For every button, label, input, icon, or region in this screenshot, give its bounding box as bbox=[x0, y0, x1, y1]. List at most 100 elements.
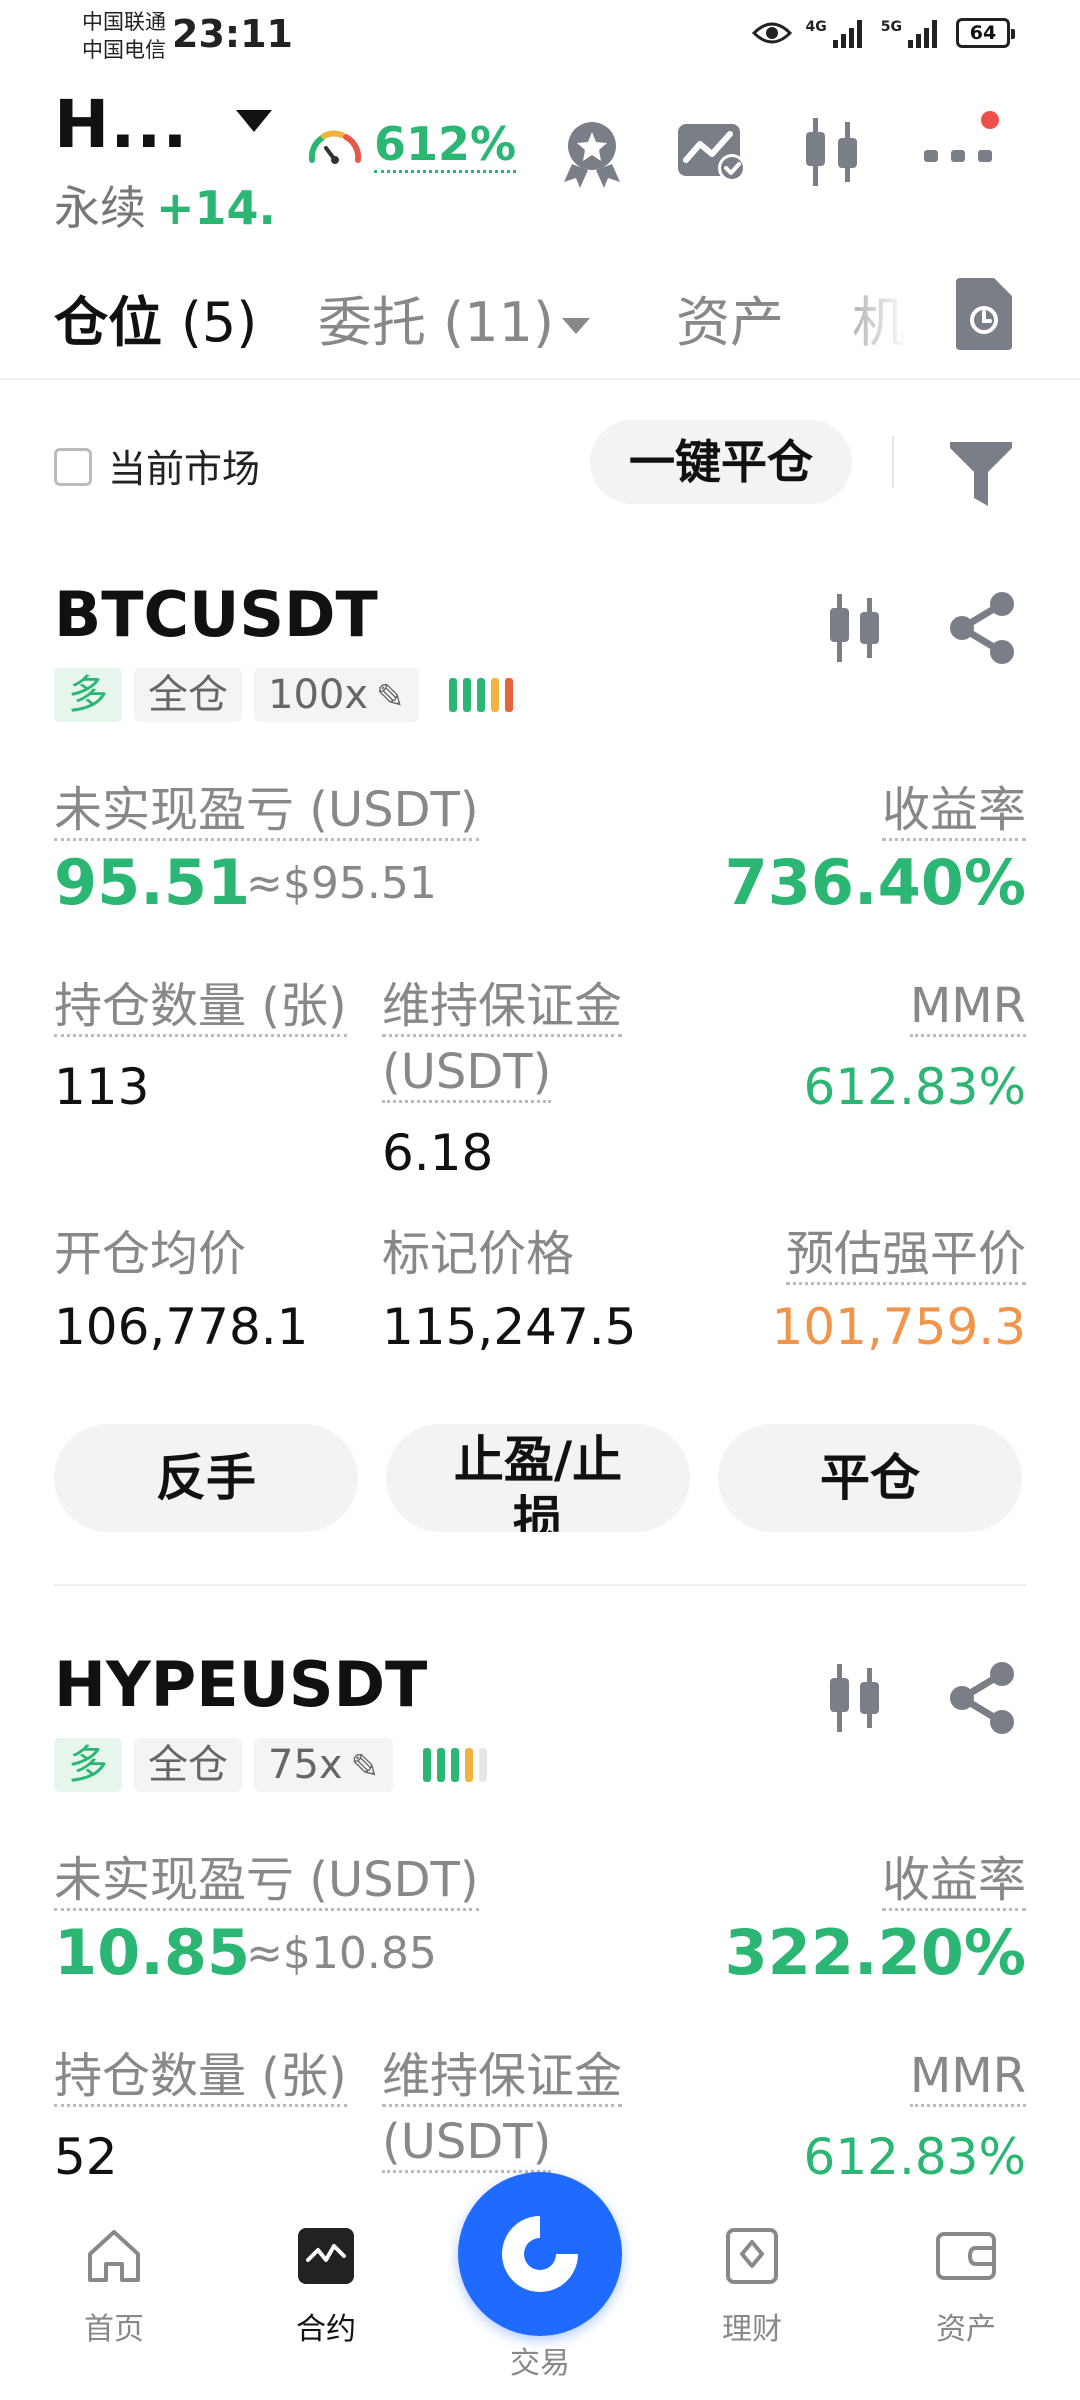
more-button[interactable] bbox=[916, 110, 1000, 194]
network-type-1: 4G bbox=[805, 19, 827, 35]
network-type-2: 5G bbox=[880, 19, 902, 35]
mmr-value: 612.83% bbox=[803, 1058, 1026, 1116]
chart-check-icon bbox=[678, 124, 746, 182]
tab-orders[interactable]: 委托 (11) bbox=[318, 278, 591, 357]
entry-price-value: 106,778.1 bbox=[54, 1298, 309, 1356]
close-all-button[interactable]: 一键平仓 bbox=[590, 420, 852, 504]
nav-trade-label[interactable]: 交易 bbox=[458, 2338, 622, 2382]
maint-margin-value: 6.18 bbox=[382, 1124, 494, 1182]
size-value: 52 bbox=[54, 2128, 118, 2186]
adl-bar bbox=[423, 1748, 432, 1782]
card-divider bbox=[54, 1584, 1026, 1586]
market-type: 永续 bbox=[54, 181, 146, 235]
adl-bar bbox=[476, 678, 485, 712]
candlestick-icon[interactable] bbox=[820, 590, 890, 666]
filter-funnel-icon[interactable] bbox=[946, 434, 1016, 510]
symbol-subtitle: 永续 +14. bbox=[54, 172, 276, 238]
liq-price-value: 101,759.3 bbox=[771, 1298, 1026, 1356]
position-tabs: 仓位 (5) 委托 (11) 资产 机 bbox=[0, 260, 1080, 380]
adl-bar bbox=[465, 1748, 474, 1782]
home-icon bbox=[88, 2230, 140, 2282]
side-tag: 多 bbox=[54, 668, 122, 722]
side-tag: 多 bbox=[54, 1738, 122, 1792]
risk-ratio: 612% bbox=[374, 117, 517, 173]
size-label[interactable]: 持仓数量 (张) bbox=[54, 2048, 347, 2107]
candlestick-icon bbox=[806, 118, 857, 186]
carrier-names: 中国联通 中国电信 bbox=[82, 10, 166, 62]
tpsl-button[interactable]: 止盈/止损 bbox=[386, 1424, 690, 1532]
pnl-usd-value: ≈$10.85 bbox=[246, 1928, 437, 1979]
position-card-btcusdt: BTCUSDT 多 全仓 100x ✎ 未实现盈亏 (USDT) 收益率 95.5… bbox=[0, 578, 1080, 1588]
mark-price-value: 115,247.5 bbox=[382, 1298, 637, 1356]
close-position-button[interactable]: 平仓 bbox=[718, 1424, 1022, 1532]
adl-indicator bbox=[423, 1748, 488, 1782]
unrealized-pnl-value: 95.51 bbox=[54, 846, 251, 919]
unrealized-pnl-label[interactable]: 未实现盈亏 (USDT) bbox=[54, 782, 479, 841]
position-tags: 多 全仓 100x ✎ bbox=[54, 668, 513, 722]
adl-indicator bbox=[448, 678, 513, 712]
trade-button[interactable] bbox=[458, 2172, 622, 2336]
adl-bar bbox=[504, 678, 513, 712]
tab-assets[interactable]: 资产 bbox=[676, 278, 784, 357]
battery-icon: 64 bbox=[956, 18, 1015, 48]
caret-down-icon bbox=[562, 318, 591, 335]
more-dots-icon bbox=[924, 111, 999, 162]
risk-indicator[interactable]: 612% bbox=[306, 117, 517, 173]
unrealized-pnl-value: 10.85 bbox=[54, 1916, 251, 1989]
badge-button[interactable] bbox=[550, 110, 634, 194]
earn-icon bbox=[726, 2228, 778, 2284]
symbol-selector[interactable]: H... bbox=[54, 86, 188, 163]
mmr-label[interactable]: MMR bbox=[909, 2048, 1026, 2107]
wallet-icon bbox=[936, 2232, 996, 2280]
mark-price-label: 标记价格 bbox=[382, 1226, 575, 1282]
nav-futures[interactable]: 合约 bbox=[246, 2224, 406, 2348]
award-icon bbox=[564, 122, 620, 188]
tab-positions[interactable]: 仓位 (5) bbox=[54, 278, 257, 357]
reverse-button[interactable]: 反手 bbox=[54, 1424, 358, 1532]
candlestick-icon[interactable] bbox=[820, 1660, 890, 1736]
trade-logo-icon bbox=[502, 2216, 578, 2292]
edit-pencil-icon: ✎ bbox=[376, 677, 405, 717]
roe-label[interactable]: 收益率 bbox=[881, 782, 1026, 841]
status-bar: 中国联通 中国电信 23:11 4G 5G 64 bbox=[0, 0, 1080, 72]
position-symbol[interactable]: BTCUSDT bbox=[54, 578, 378, 651]
maint-margin-unit[interactable]: (USDT) bbox=[382, 1044, 552, 1103]
liq-price-label[interactable]: 预估强平价 bbox=[785, 1226, 1026, 1285]
adl-bar bbox=[448, 678, 457, 712]
maint-margin-label[interactable]: 维持保证金 bbox=[382, 978, 623, 1037]
roe-value: 322.20% bbox=[724, 1916, 1026, 1989]
share-icon[interactable] bbox=[944, 588, 1020, 668]
pnl-analysis-button[interactable] bbox=[670, 110, 754, 194]
margin-mode-tag: 全仓 bbox=[134, 1738, 242, 1792]
nav-earn[interactable]: 理财 bbox=[672, 2224, 832, 2348]
position-card-hypeusdt: HYPEUSDT 多 全仓 75x ✎ 未实现盈亏 (USDT) 收益率 10.8… bbox=[0, 1648, 1080, 2208]
clock: 23:11 bbox=[172, 12, 293, 56]
current-market-label[interactable]: 当前市场 bbox=[108, 438, 260, 493]
mmr-label[interactable]: MMR bbox=[909, 978, 1026, 1037]
signal-icon bbox=[832, 20, 862, 48]
adl-bar bbox=[490, 678, 499, 712]
margin-mode-tag: 全仓 bbox=[134, 668, 242, 722]
adl-bar bbox=[451, 1748, 460, 1782]
current-market-checkbox[interactable] bbox=[54, 448, 92, 486]
size-label[interactable]: 持仓数量 (张) bbox=[54, 978, 347, 1037]
filter-row: 当前市场 一键平仓 bbox=[0, 408, 1080, 518]
price-change: +14. bbox=[156, 181, 277, 235]
nav-home[interactable]: 首页 bbox=[34, 2224, 194, 2348]
adl-bar bbox=[462, 678, 471, 712]
roe-label[interactable]: 收益率 bbox=[881, 1852, 1026, 1911]
kline-button[interactable] bbox=[790, 110, 874, 194]
caret-down-icon[interactable] bbox=[236, 110, 272, 132]
unrealized-pnl-label[interactable]: 未实现盈亏 (USDT) bbox=[54, 1852, 479, 1911]
leverage-tag[interactable]: 100x ✎ bbox=[254, 668, 419, 722]
position-symbol[interactable]: HYPEUSDT bbox=[54, 1648, 427, 1721]
leverage-tag[interactable]: 75x ✎ bbox=[254, 1738, 394, 1792]
position-tags: 多 全仓 75x ✎ bbox=[54, 1738, 488, 1792]
divider bbox=[892, 436, 894, 488]
nav-assets[interactable]: 资产 bbox=[886, 2224, 1046, 2348]
maint-margin-unit[interactable]: (USDT) bbox=[382, 2114, 552, 2173]
history-document-icon[interactable] bbox=[948, 276, 1018, 352]
edit-pencil-icon: ✎ bbox=[350, 1747, 380, 1787]
maint-margin-label[interactable]: 维持保证金 bbox=[382, 2048, 623, 2107]
share-icon[interactable] bbox=[944, 1658, 1020, 1738]
